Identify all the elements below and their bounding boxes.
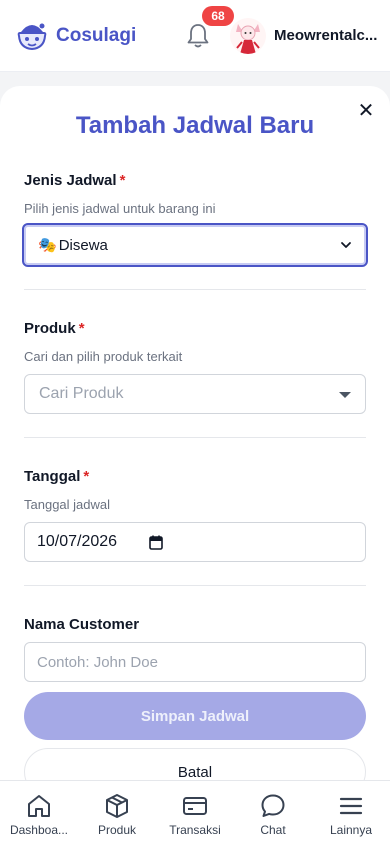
required-mark: * [78, 320, 85, 337]
nav-item-chat[interactable]: Chat [234, 781, 312, 844]
caret-down-icon [339, 392, 351, 398]
brand-logo-icon [17, 23, 47, 51]
product-search-placeholder: Cari Produk [39, 385, 124, 402]
notification-badge: 68 [202, 6, 234, 26]
top-app-bar: Cosulagi 68 Meowrentalc... [0, 0, 390, 72]
card-icon [183, 797, 207, 815]
nav-label-dashboard: Dashboa... [9, 823, 69, 837]
menu-icon [339, 797, 363, 815]
chevron-down-icon [341, 242, 351, 248]
modal-title: Tambah Jadwal Baru [75, 112, 315, 139]
product-label: Produk * [24, 320, 85, 337]
customer-name-placeholder: Contoh: John Doe [37, 653, 158, 671]
username[interactable]: Meowrentalc... [274, 27, 378, 44]
nav-label-transaksi: Transaksi [169, 823, 221, 837]
theater-mask-icon: 🎭 [38, 237, 57, 254]
schedule-type-select[interactable]: 🎭 Disewa [22, 223, 368, 267]
nav-label-produk: Produk [97, 823, 137, 837]
save-schedule-button[interactable]: Simpan Jadwal [24, 692, 366, 740]
bottom-navigation: Dashboa... Produk Transaksi Chat Lainnya [0, 780, 390, 844]
divider [24, 289, 366, 290]
required-mark: * [83, 468, 90, 485]
customer-name-label: Nama Customer [24, 616, 140, 633]
schedule-type-label-text: Jenis Jadwal [24, 172, 117, 189]
date-hint: Tanggal jadwal [24, 497, 111, 512]
date-value: 10/07/2026 [37, 533, 118, 550]
nav-item-dashboard[interactable]: Dashboa... [0, 781, 78, 844]
bell-icon[interactable] [186, 23, 210, 49]
nav-item-transaksi[interactable]: Transaksi [156, 781, 234, 844]
brand-name: Cosulagi [56, 25, 137, 46]
product-search-select[interactable]: Cari Produk [24, 374, 366, 414]
add-schedule-modal: ✕ Tambah Jadwal Baru Jenis Jadwal * Pilih… [0, 86, 390, 786]
divider [24, 585, 366, 586]
brand[interactable]: Cosulagi [16, 20, 136, 52]
nav-item-lainnya[interactable]: Lainnya [312, 781, 390, 844]
calendar-icon[interactable] [149, 535, 163, 550]
schedule-type-value: Disewa [58, 236, 108, 254]
date-label: Tanggal * [24, 468, 89, 485]
chat-icon [261, 794, 285, 817]
product-hint: Cari dan pilih produk terkait [24, 349, 183, 364]
customer-name-input[interactable]: Contoh: John Doe [24, 642, 366, 682]
date-label-text: Tanggal [24, 468, 81, 485]
box-icon [106, 794, 128, 818]
nav-label-lainnya: Lainnya [329, 823, 373, 837]
nav-label-chat: Chat [260, 823, 286, 837]
avatar[interactable] [230, 18, 266, 54]
divider [24, 437, 366, 438]
required-mark: * [119, 172, 126, 189]
home-icon [28, 795, 50, 817]
date-input[interactable]: 10/07/2026 [24, 522, 366, 562]
schedule-type-hint: Pilih jenis jadwal untuk barang ini [24, 201, 216, 216]
schedule-type-label: Jenis Jadwal * [24, 172, 125, 189]
avatar-image [230, 18, 266, 54]
nav-item-produk[interactable]: Produk [78, 781, 156, 844]
product-label-text: Produk [24, 320, 76, 337]
